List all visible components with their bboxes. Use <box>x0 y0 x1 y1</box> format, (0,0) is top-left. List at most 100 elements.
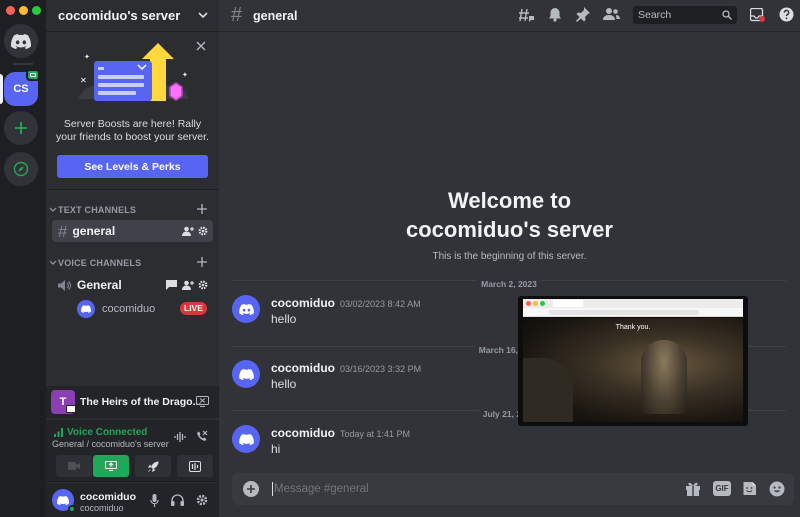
message-input[interactable] <box>274 481 674 497</box>
emoji-icon[interactable] <box>769 481 785 497</box>
headphones-icon[interactable] <box>171 494 184 506</box>
rail-separator <box>13 63 33 65</box>
home-button[interactable] <box>4 24 38 58</box>
stream-preview[interactable]: Thank you. <box>518 296 748 426</box>
voice-user-cocomiduo[interactable]: cocomiduo LIVE <box>74 298 213 320</box>
voice-location[interactable]: General / cocomiduo's server <box>52 439 169 449</box>
message-author[interactable]: cocomiduo <box>271 426 335 440</box>
stream-figure <box>641 340 687 414</box>
avatar[interactable] <box>232 360 260 388</box>
channel-title: general <box>253 9 298 23</box>
create-channel-icon[interactable] <box>197 204 207 214</box>
user-panel: cocomiduo cocomiduo <box>46 483 219 517</box>
user-name[interactable]: cocomiduo <box>80 491 136 503</box>
category-label: VOICE CHANNELS <box>58 258 142 268</box>
gear-icon[interactable] <box>198 280 208 290</box>
avatar <box>77 300 95 318</box>
category-voice-channels[interactable]: VOICE CHANNELS <box>49 257 213 268</box>
welcome-section: Welcome to cocomiduo's server This is th… <box>219 187 800 262</box>
noise-suppression-icon[interactable] <box>174 432 186 442</box>
server-rail: CS <box>0 0 46 517</box>
chevron-down-icon <box>49 260 57 265</box>
soundboard-button[interactable] <box>177 455 213 477</box>
chat-icon[interactable] <box>166 280 177 290</box>
welcome-title-line1: Welcome to <box>447 188 572 213</box>
search-box[interactable]: Search <box>633 6 737 24</box>
pin-icon[interactable] <box>576 7 590 22</box>
discord-logo-icon <box>57 495 69 505</box>
help-icon[interactable] <box>779 7 794 22</box>
voice-connected-status[interactable]: Voice Connected <box>67 427 147 438</box>
inbox-icon[interactable] <box>750 8 765 22</box>
message-content: hi <box>271 442 281 456</box>
message-author[interactable]: cocomiduo <box>271 361 335 375</box>
message-timestamp: 03/02/2023 8:42 AM <box>340 299 421 309</box>
gif-button[interactable]: GIF <box>713 481 731 496</box>
members-icon[interactable] <box>603 7 620 21</box>
message-author[interactable]: cocomiduo <box>271 296 335 310</box>
avatar[interactable] <box>232 295 260 323</box>
microphone-icon[interactable] <box>150 494 159 507</box>
hashtag-icon: # <box>231 4 243 26</box>
gif-label: GIF <box>715 484 729 493</box>
chevron-down-icon <box>49 207 57 212</box>
window-zoom-button[interactable] <box>32 6 41 15</box>
server-header[interactable]: cocomiduo's server <box>46 0 219 32</box>
category-text-channels[interactable]: TEXT CHANNELS <box>49 204 213 215</box>
stream-caption: Thank you. <box>615 324 651 331</box>
signal-icon <box>54 428 63 437</box>
stream-foreground <box>523 358 573 422</box>
camera-button[interactable] <box>56 455 92 477</box>
message-content: hello <box>271 377 297 391</box>
window-minimize-button[interactable] <box>19 6 28 15</box>
stop-streaming-icon[interactable] <box>196 396 209 407</box>
user-tag: cocomiduo <box>80 503 124 513</box>
screen-share-badge-icon <box>26 69 40 81</box>
gift-icon[interactable] <box>685 481 701 496</box>
speaker-icon <box>58 279 71 291</box>
stream-video-frame: Thank you. <box>523 318 743 422</box>
live-badge: LIVE <box>180 302 207 315</box>
channel-header: # general Search <box>219 0 800 32</box>
channel-general[interactable]: # general <box>52 220 213 242</box>
gear-icon[interactable] <box>196 494 208 506</box>
gear-icon[interactable] <box>198 226 208 236</box>
message[interactable]: cocomiduo 03/16/2023 3:32 PM hello <box>232 360 522 396</box>
boost-card: ✕ ✦ ✦ Server Boosts are here! Rally your… <box>46 33 219 190</box>
discord-logo-icon <box>238 433 254 445</box>
explore-servers-button[interactable] <box>4 152 38 186</box>
svg-text:✕: ✕ <box>80 76 87 85</box>
screen-share-button[interactable] <box>93 455 129 477</box>
category-label: TEXT CHANNELS <box>58 205 137 215</box>
disconnect-icon[interactable] <box>195 430 208 443</box>
window-close-button[interactable] <box>6 6 15 15</box>
threads-icon[interactable] <box>519 8 535 23</box>
date-divider: March 2, 2023 <box>232 279 786 289</box>
channel-sidebar: cocomiduo's server ✕ ✦ ✦ Server Boosts a… <box>46 0 219 517</box>
avatar[interactable] <box>232 425 260 453</box>
voice-user-name: cocomiduo <box>102 303 156 315</box>
activities-button[interactable] <box>135 455 171 477</box>
stream-browser-tabbar <box>523 299 743 308</box>
voice-channel-general[interactable]: General <box>52 274 213 296</box>
soundboard-icon <box>189 460 201 472</box>
close-icon[interactable] <box>196 41 206 51</box>
message[interactable]: cocomiduo Today at 1:41 PM hi <box>232 425 522 461</box>
sticker-icon[interactable] <box>742 481 757 496</box>
boost-illustration-icon: ✕ ✦ ✦ <box>78 43 188 101</box>
invite-icon[interactable] <box>182 226 194 236</box>
message[interactable]: cocomiduo 03/02/2023 8:42 AM hello <box>232 295 522 331</box>
invite-icon[interactable] <box>182 280 194 290</box>
server-name: cocomiduo's server <box>58 8 181 23</box>
svg-text:✦: ✦ <box>84 53 90 61</box>
channel-name: General <box>77 278 122 292</box>
upload-button[interactable] <box>243 481 259 497</box>
create-channel-icon[interactable] <box>197 257 207 267</box>
bell-icon[interactable] <box>548 7 562 22</box>
screen-icon <box>66 405 76 413</box>
see-levels-perks-button[interactable]: See Levels & Perks <box>57 155 208 178</box>
camera-icon <box>68 462 80 470</box>
add-server-button[interactable] <box>4 111 38 145</box>
discord-logo-icon <box>11 33 31 49</box>
compass-icon <box>13 161 29 177</box>
